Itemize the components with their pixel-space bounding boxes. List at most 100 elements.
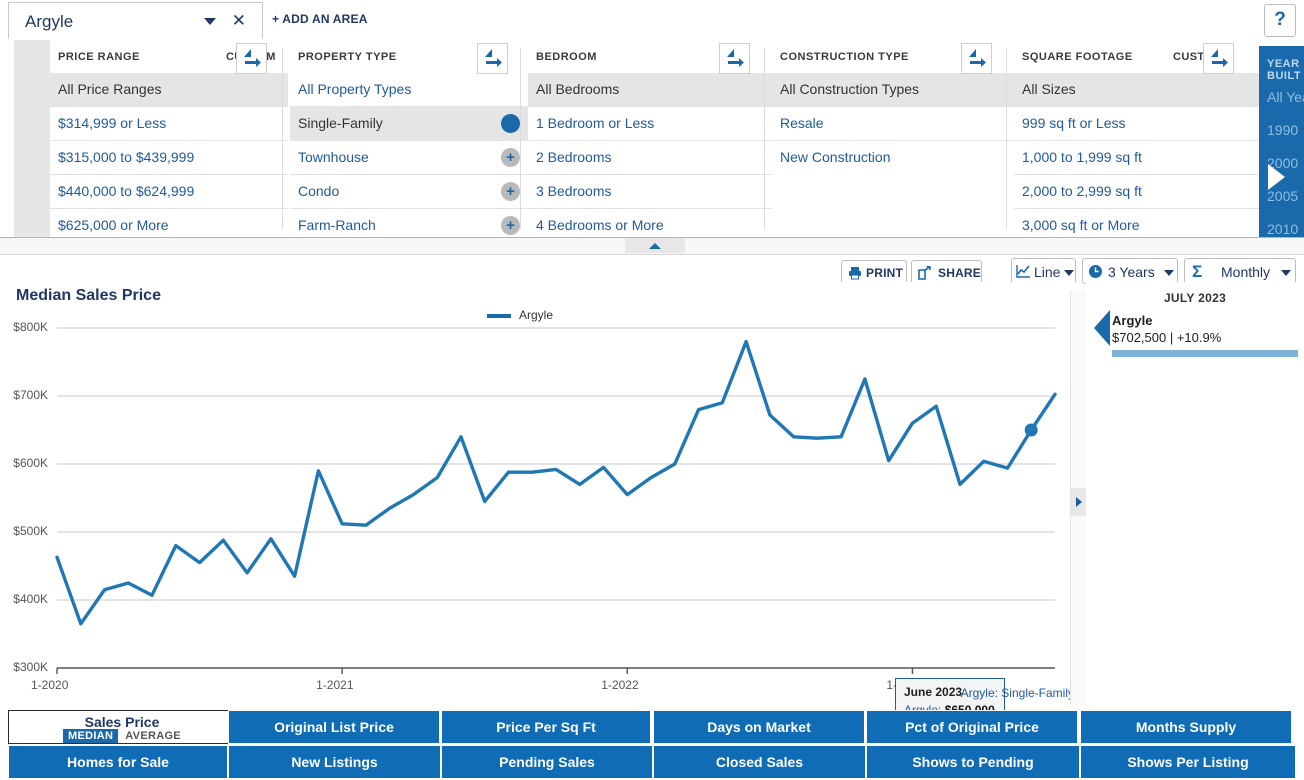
filter-item-2[interactable]: Townhouse + xyxy=(290,141,528,175)
filter-item-year-1[interactable]: 1990 xyxy=(1267,122,1298,138)
share-icon xyxy=(918,266,931,280)
plus-icon[interactable]: + xyxy=(501,148,520,167)
metric-tab-shows-per-listing[interactable]: Shows Per Listing xyxy=(1080,745,1296,779)
chart-type-dropdown[interactable]: Line xyxy=(1011,258,1076,284)
metric-tab-pct-of-original-price[interactable]: Pct of Original Price xyxy=(866,710,1078,744)
filter-item-2[interactable]: 1,000 to 1,999 sq ft xyxy=(1014,141,1259,175)
filter-item-label: All Construction Types xyxy=(780,81,920,97)
filter-item-label: 3 Bedrooms xyxy=(536,183,612,199)
filter-item-0[interactable]: All Construction Types xyxy=(772,73,1014,107)
chart-type-value: Line xyxy=(1034,264,1061,280)
summary-panel: JULY 2023 Argyle $702,500 | +10.9% xyxy=(1086,282,1304,708)
filter-item-control[interactable]: + xyxy=(492,175,528,208)
print-button[interactable]: PRINT xyxy=(841,260,907,284)
filter-item-year-4[interactable]: 2010 xyxy=(1267,221,1298,237)
plus-icon[interactable]: + xyxy=(501,182,520,201)
filter-item-0[interactable]: All Bedrooms xyxy=(528,73,772,107)
filter-item-0[interactable]: All Sizes xyxy=(1014,73,1259,107)
median-average-toggle[interactable]: MEDIAN AVERAGE xyxy=(9,729,235,743)
filter-item-3[interactable]: Condo + xyxy=(290,175,528,209)
filter-item-label: $625,000 or More xyxy=(58,217,169,233)
metric-tab-shows-to-pending[interactable]: Shows to Pending xyxy=(866,745,1080,779)
expand-filter-button[interactable] xyxy=(961,43,992,74)
filter-item-1[interactable]: 1 Bedroom or Less xyxy=(528,107,772,141)
chevron-down-icon xyxy=(1064,270,1074,276)
filter-item-control[interactable]: + xyxy=(492,141,528,174)
filter-item-3[interactable]: $440,000 to $624,999 xyxy=(50,175,288,209)
median-option[interactable]: MEDIAN xyxy=(63,729,119,743)
metric-tab-original-list-price[interactable]: Original List Price xyxy=(228,710,440,744)
share-button[interactable]: SHARE xyxy=(911,260,982,284)
filter-item-label: All Price Ranges xyxy=(58,81,162,97)
filter-item-control[interactable]: + xyxy=(492,209,528,237)
metric-tab-price-per-sq-ft[interactable]: Price Per Sq Ft xyxy=(441,710,651,744)
filter-item-4[interactable]: Farm-Ranch + xyxy=(290,209,528,237)
scrollbar-expand-button[interactable] xyxy=(1071,488,1086,516)
metric-tab-new-listings[interactable]: New Listings xyxy=(228,745,441,779)
filter-item-label: 1,000 to 1,999 sq ft xyxy=(1022,149,1142,165)
metric-tab-months-supply[interactable]: Months Supply xyxy=(1080,710,1292,744)
chevron-down-icon xyxy=(1164,270,1174,276)
filter-column-year-built[interactable]: YEAR BUILT All Years 1990 2000 2005 2010 xyxy=(1259,46,1304,237)
summary-pointer-icon xyxy=(1094,310,1110,346)
selected-dot-icon xyxy=(501,114,520,133)
filter-item-2[interactable]: New Construction xyxy=(772,141,1014,174)
filter-collapse-band xyxy=(0,238,1304,255)
filter-item-3[interactable]: 2,000 to 2,999 sq ft xyxy=(1014,175,1259,209)
metric-tab-pending-sales[interactable]: Pending Sales xyxy=(441,745,653,779)
metric-tab-homes-for-sale[interactable]: Homes for Sale xyxy=(8,745,228,779)
filter-item-3[interactable]: 3 Bedrooms xyxy=(528,175,772,209)
expand-filter-button[interactable] xyxy=(477,43,508,74)
add-area-button[interactable]: + ADD AN AREA xyxy=(272,12,368,26)
filter-item-4[interactable]: 4 Bedrooms or More xyxy=(528,209,772,237)
filter-item-1[interactable]: Single-Family xyxy=(290,107,528,141)
filter-item-year-3[interactable]: 2005 xyxy=(1267,188,1298,204)
chart-vertical-scrollbar[interactable] xyxy=(1070,290,1087,705)
filter-column-divider xyxy=(1006,48,1007,229)
expand-filter-button[interactable] xyxy=(719,43,750,74)
expand-arrows-icon xyxy=(485,49,502,67)
next-filter-arrow-icon[interactable] xyxy=(1268,164,1285,190)
filter-item-label: Resale xyxy=(780,115,824,131)
expand-filter-button[interactable] xyxy=(1203,43,1234,74)
average-option[interactable]: AVERAGE xyxy=(125,730,181,742)
expand-arrows-icon xyxy=(244,49,261,67)
close-icon[interactable]: ✕ xyxy=(232,11,246,31)
summary-value: $702,500 | +10.9% xyxy=(1112,330,1222,345)
filter-item-1[interactable]: $314,999 or Less xyxy=(50,107,288,141)
filter-item-4[interactable]: $625,000 or More xyxy=(50,209,288,237)
help-button[interactable]: ? xyxy=(1264,4,1296,37)
filter-item-label: 3,000 sq ft or More xyxy=(1022,217,1140,233)
metric-tab-closed-sales[interactable]: Closed Sales xyxy=(653,745,866,779)
chevron-down-icon[interactable] xyxy=(204,18,216,25)
metric-tab-sales-price[interactable]: Sales Price MEDIAN AVERAGE xyxy=(8,710,236,744)
filter-item-0[interactable]: All Property Types xyxy=(290,73,528,107)
collapse-filters-button[interactable] xyxy=(625,238,685,253)
chart-source-note: Argyle: Single-Family xyxy=(960,686,1074,700)
filter-item-1[interactable]: 999 sq ft or Less xyxy=(1014,107,1259,141)
expand-filter-button[interactable] xyxy=(236,43,267,74)
sigma-icon: Σ xyxy=(1192,262,1203,281)
filter-column-title: PROPERTY TYPE xyxy=(298,51,397,63)
metric-tab-days-on-market[interactable]: Days on Market xyxy=(653,710,865,744)
summary-area-name: Argyle xyxy=(1112,313,1153,328)
filter-item-label: Townhouse xyxy=(298,149,369,165)
filter-item-year-0[interactable]: All Years xyxy=(1267,89,1304,105)
filter-item-label: New Construction xyxy=(780,149,891,165)
metric-tab-label: Sales Price xyxy=(84,714,160,730)
expand-arrows-icon xyxy=(1211,49,1228,67)
filter-item-4[interactable]: 3,000 sq ft or More xyxy=(1014,209,1259,237)
filter-item-control[interactable] xyxy=(492,107,528,140)
metric-tab-label: Price Per Sq Ft xyxy=(496,719,596,735)
filter-item-2[interactable]: 2 Bedrooms xyxy=(528,141,772,175)
interval-dropdown[interactable]: Σ Monthly xyxy=(1184,258,1296,284)
area-tab-argyle[interactable]: Argyle ✕ xyxy=(8,2,263,39)
filter-item-1[interactable]: Resale xyxy=(772,107,1014,141)
plus-icon[interactable]: + xyxy=(501,216,520,235)
printer-icon xyxy=(849,267,861,280)
filter-item-0[interactable]: All Price Ranges xyxy=(50,73,288,107)
time-range-dropdown[interactable]: 3 Years xyxy=(1082,258,1178,284)
print-label: PRINT xyxy=(866,266,903,280)
metric-tab-label: Shows Per Listing xyxy=(1127,754,1249,770)
filter-item-2[interactable]: $315,000 to $439,999 xyxy=(50,141,288,175)
